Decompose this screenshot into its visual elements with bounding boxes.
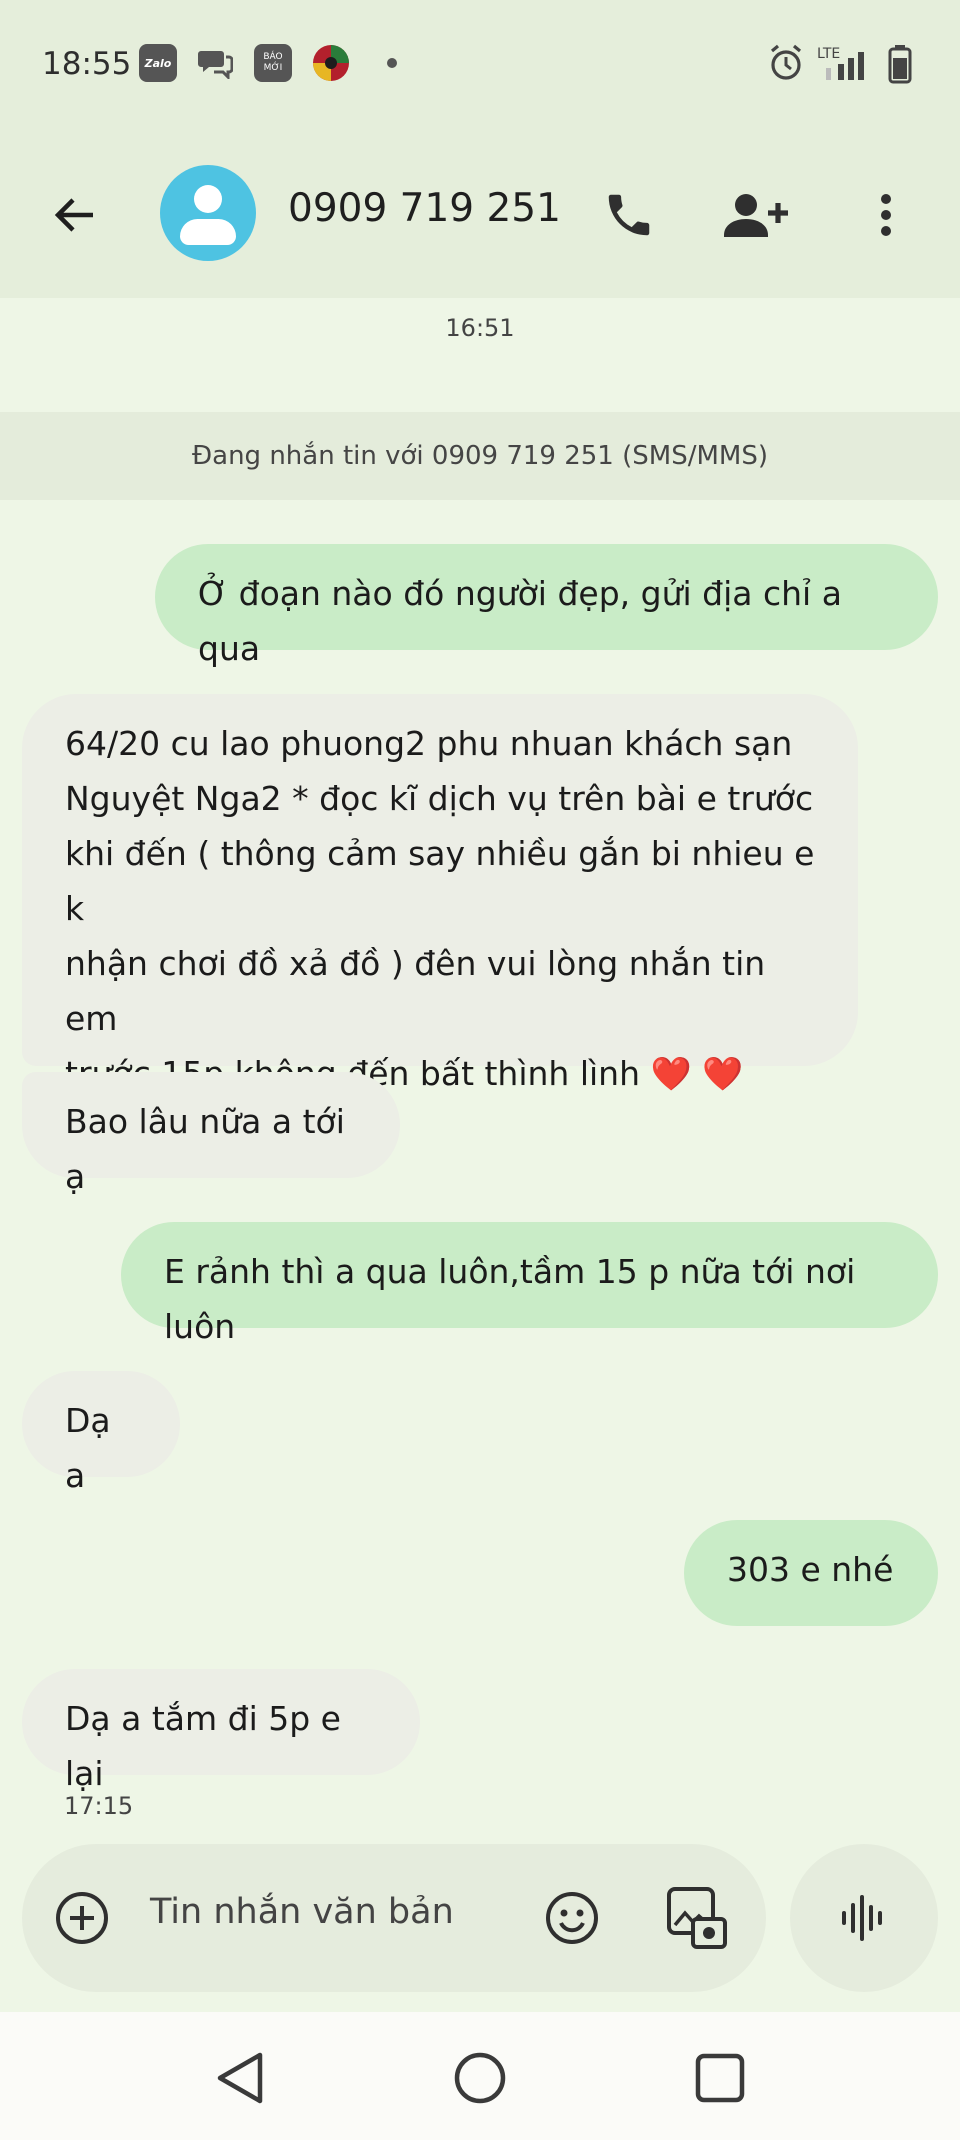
phone-icon (608, 194, 650, 236)
message-text: Bao lâu nữa a tới ạ (65, 1102, 345, 1196)
emoji-icon (546, 1892, 598, 1944)
incoming-message[interactable]: 64/20 cu lao phuong2 phu nhuan khách sạn… (22, 694, 858, 1148)
voice-message-button[interactable] (790, 1844, 938, 1992)
notification-dot (387, 58, 397, 68)
battery-icon (888, 44, 912, 88)
zalo-icon: Zalo (139, 44, 177, 82)
recents-nav-button[interactable] (688, 2046, 752, 2110)
message-line: 64/20 cu lao phuong2 phu nhuan khách sạn (65, 724, 793, 763)
home-nav-button[interactable] (448, 2046, 512, 2110)
message-text: E rảnh thì a qua luôn,tầm 15 p nữa tới n… (164, 1252, 856, 1346)
outgoing-message[interactable]: Ở đoạn nào đó người đẹp, gửi địa chỉ a q… (155, 544, 938, 668)
status-bar: 18:55 Zalo BÁO MỚI LTE (0, 0, 960, 130)
message-text: Dạ a (65, 1401, 111, 1495)
back-nav-button[interactable] (208, 2046, 272, 2110)
message-text: 303 e nhé (727, 1550, 894, 1589)
emoji-button[interactable] (542, 1888, 602, 1948)
sms-banner: Đang nhắn tin với 0909 719 251 (SMS/MMS) (0, 412, 960, 500)
status-time: 18:55 (42, 46, 132, 82)
heart-emoji: ❤️ ❤️ (650, 1054, 744, 1093)
call-button[interactable] (594, 180, 664, 250)
baomoi-icon: BÁO MỚI (254, 44, 292, 82)
add-contact-icon (724, 194, 788, 237)
home-nav-icon (454, 2052, 506, 2104)
avatar[interactable] (160, 165, 256, 261)
outgoing-message[interactable]: 303 e nhé (684, 1520, 938, 1626)
gallery-icon (667, 1887, 727, 1949)
alarm-icon (768, 44, 804, 86)
add-circle-icon (56, 1892, 108, 1944)
arrow-left-icon (54, 198, 93, 232)
add-contact-button[interactable] (718, 180, 798, 250)
message-text: Ở đoạn nào đó người đẹp, gửi địa chỉ a q… (198, 574, 842, 668)
voice-icon (842, 1895, 882, 1941)
banner-text: Đang nhắn tin với 0909 719 251 (SMS/MMS) (192, 441, 768, 471)
signal-icon (818, 48, 878, 86)
message-input[interactable]: Tin nhắn văn bản (150, 1892, 454, 1932)
more-options-button[interactable] (858, 180, 914, 250)
outgoing-message[interactable]: E rảnh thì a qua luôn,tầm 15 p nữa tới n… (121, 1222, 938, 1346)
message-line: khi đến ( thông cảm say nhiều gắn bi nhi… (65, 834, 815, 928)
gallery-button[interactable] (662, 1882, 732, 1954)
compose-bar: Tin nhắn văn bản (22, 1844, 766, 1992)
conversation-app-bar: 0909 719 251 (0, 130, 960, 298)
messages-screen: 18:55 Zalo BÁO MỚI LTE 0909 719 251 16:5… (0, 0, 960, 2140)
attach-button[interactable] (52, 1888, 112, 1948)
more-vert-icon (881, 194, 891, 236)
timestamp: 16:51 (445, 314, 515, 342)
back-nav-icon (217, 2052, 263, 2104)
incoming-message[interactable]: Dạ a (22, 1371, 180, 1495)
game-icon (312, 44, 350, 82)
contact-name[interactable]: 0909 719 251 (288, 186, 561, 231)
message-text: Dạ a tắm đi 5p e lại (65, 1699, 341, 1793)
incoming-message[interactable]: Bao lâu nữa a tới ạ (22, 1072, 400, 1196)
timestamp: 17:15 (64, 1792, 134, 1820)
incoming-message[interactable]: Dạ a tắm đi 5p e lại (22, 1669, 420, 1793)
recents-nav-icon (695, 2053, 745, 2103)
chat-bubbles-icon (196, 44, 234, 82)
message-line: Nguyệt Nga2 * đọc kĩ dịch vụ trên bài e … (65, 779, 814, 818)
system-nav-bar (0, 2012, 960, 2140)
back-button[interactable] (42, 182, 108, 248)
message-line: nhận chơi đồ xả đồ ) đên vui lòng nhắn t… (65, 944, 766, 1038)
